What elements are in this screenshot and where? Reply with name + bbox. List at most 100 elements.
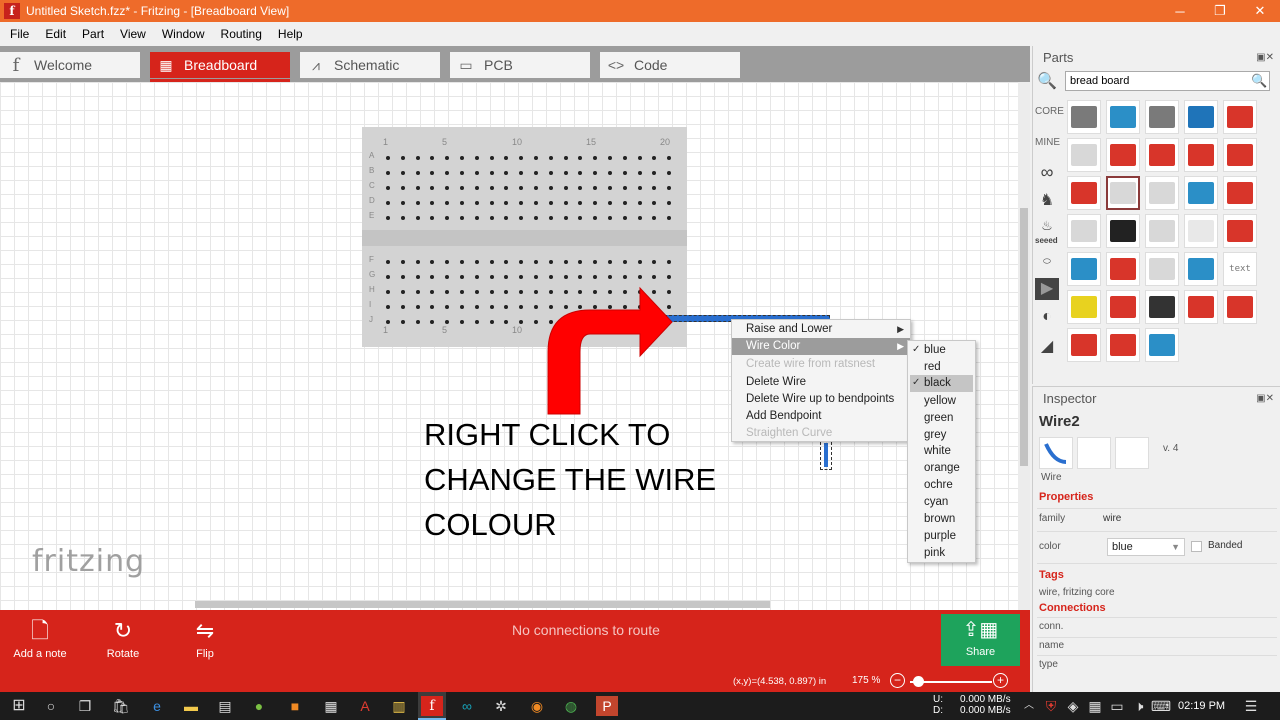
part-bin-item[interactable] <box>1106 176 1140 210</box>
part-bin-item[interactable] <box>1067 252 1101 286</box>
store-icon[interactable]: 🛍 <box>110 696 132 716</box>
part-bin-item[interactable] <box>1145 328 1179 362</box>
chevron-up-icon[interactable]: ︿ <box>1018 696 1040 716</box>
menu-part[interactable]: Part <box>74 27 112 41</box>
chrome-icon[interactable]: ◍ <box>560 696 582 716</box>
menu-edit[interactable]: Edit <box>37 27 74 41</box>
part-bin-item[interactable] <box>1223 290 1257 324</box>
volume-icon[interactable]: 🕨 <box>1128 696 1150 716</box>
menu-add-bendpoint[interactable]: Add Bendpoint <box>746 410 821 422</box>
rotate-button[interactable]: ↻ Rotate <box>100 616 146 660</box>
canvas-horizontal-scrollbar[interactable] <box>195 601 770 608</box>
part-bin-item[interactable] <box>1145 176 1179 210</box>
panel-float-close-icon[interactable]: ▣✕ <box>1256 393 1274 404</box>
menu-delete-wire-up-to-bendpoints[interactable]: Delete Wire up to bendpoints <box>746 393 894 405</box>
arduino-taskbar-icon[interactable]: ∞ <box>456 696 478 716</box>
part-bin-item[interactable] <box>1067 100 1101 134</box>
app-icon[interactable]: ▦ <box>320 696 342 716</box>
part-bin-item[interactable] <box>1067 138 1101 172</box>
canvas-vertical-scrollbar[interactable] <box>1018 82 1030 610</box>
part-bin-item[interactable] <box>1145 290 1179 324</box>
color-option-cyan[interactable]: cyan <box>924 496 948 508</box>
part-bin-item[interactable] <box>1106 290 1140 324</box>
part-bin-item[interactable] <box>1184 100 1218 134</box>
color-option-white[interactable]: white <box>924 445 951 457</box>
language-icon[interactable]: ⌨ <box>1150 696 1172 716</box>
part-bin-item[interactable] <box>1106 100 1140 134</box>
part-bin-item[interactable] <box>1223 176 1257 210</box>
app-tray-icon[interactable]: ◈ <box>1062 696 1084 716</box>
edge-icon[interactable]: e <box>146 696 168 716</box>
color-option-blue[interactable]: blue <box>924 344 946 356</box>
arduino-icon[interactable]: ∞ <box>1035 162 1059 184</box>
part-bin-item[interactable] <box>1145 138 1179 172</box>
tab-schematic[interactable]: ⩘ Schematic <box>300 52 440 78</box>
part-bin-item[interactable] <box>1067 328 1101 362</box>
share-button[interactable]: ⇪▦ Share <box>941 614 1020 666</box>
menu-raise-and-lower[interactable]: Raise and Lower <box>746 323 832 335</box>
search-submit-icon[interactable]: 🔍 <box>1251 73 1267 89</box>
battery-icon[interactable]: ▭ <box>1106 696 1128 716</box>
part-bin-item[interactable] <box>1223 100 1257 134</box>
tab-pcb[interactable]: ▭ PCB <box>450 52 590 78</box>
file-explorer-icon[interactable]: ▬ <box>180 696 202 716</box>
search-icon[interactable]: 🔍 <box>1037 71 1057 91</box>
play-icon[interactable]: ▶ <box>1035 278 1059 300</box>
zoom-in-button[interactable]: + <box>993 673 1008 688</box>
menu-wire-color[interactable]: Wire Color <box>732 338 910 355</box>
action-center-icon[interactable]: ☰ <box>1240 696 1262 716</box>
zoom-out-button[interactable]: − <box>890 673 905 688</box>
part-bin-item[interactable] <box>1067 214 1101 248</box>
flip-button[interactable]: ⇋ Flip <box>184 616 226 660</box>
tab-welcome[interactable]: f Welcome <box>0 52 140 78</box>
part-bin-item[interactable] <box>1184 290 1218 324</box>
tab-breadboard[interactable]: ▦ Breadboard <box>150 52 290 78</box>
menu-routing[interactable]: Routing <box>213 27 270 41</box>
zoom-slider-handle[interactable] <box>913 676 924 687</box>
color-option-grey[interactable]: grey <box>924 429 946 441</box>
add-note-button[interactable]: 🗋 Add a note <box>12 616 68 660</box>
menu-file[interactable]: File <box>2 27 37 41</box>
app-icon[interactable]: ▥ <box>388 696 410 716</box>
part-bin-item[interactable]: text <box>1223 252 1257 286</box>
bin-core[interactable]: CORE <box>1035 106 1064 117</box>
scrollbar-thumb[interactable] <box>1020 208 1028 466</box>
color-select[interactable]: blue▼ <box>1107 538 1185 556</box>
panel-float-close-icon[interactable]: ▣✕ <box>1256 52 1274 63</box>
part-bin-item[interactable] <box>1184 176 1218 210</box>
powerpoint-icon[interactable]: P <box>596 696 618 716</box>
part-bin-item[interactable] <box>1067 290 1101 324</box>
app-icon[interactable]: ✲ <box>490 696 512 716</box>
menu-delete-wire[interactable]: Delete Wire <box>746 376 806 388</box>
snootlab-icon[interactable]: ♞ <box>1035 190 1059 212</box>
app-icon[interactable]: ● <box>248 696 270 716</box>
task-view-icon[interactable]: ❐ <box>74 696 96 716</box>
zoom-level[interactable]: 175 % <box>852 675 880 686</box>
tab-code[interactable]: <> Code <box>600 52 740 78</box>
sparkfun-icon[interactable]: ◐ <box>1035 308 1059 330</box>
maximize-button[interactable]: ❐ <box>1200 0 1240 22</box>
app-icon[interactable]: ■ <box>284 696 306 716</box>
part-bin-item[interactable] <box>1106 328 1140 362</box>
part-bin-item[interactable] <box>1223 214 1257 248</box>
intel-icon[interactable]: ⬭ <box>1035 250 1059 272</box>
clock[interactable]: 02:19 PM <box>1178 700 1225 712</box>
color-option-red[interactable]: red <box>924 361 941 373</box>
part-bin-item[interactable] <box>1184 252 1218 286</box>
part-bin-item[interactable] <box>1067 176 1101 210</box>
part-bin-item[interactable] <box>1106 138 1140 172</box>
app-tray-icon[interactable]: ▦ <box>1084 696 1106 716</box>
cortana-search-icon[interactable]: ○ <box>40 696 62 716</box>
color-option-green[interactable]: green <box>924 412 953 424</box>
menu-view[interactable]: View <box>112 27 154 41</box>
color-option-pink[interactable]: pink <box>924 547 945 559</box>
part-bin-item[interactable] <box>1106 252 1140 286</box>
app-icon[interactable]: ▤ <box>214 696 236 716</box>
color-option-orange[interactable]: orange <box>924 462 960 474</box>
fritzing-taskbar-icon[interactable]: f <box>421 696 443 716</box>
wire2-end-segment[interactable] <box>824 443 828 467</box>
firefox-icon[interactable]: ◉ <box>526 696 548 716</box>
color-option-brown[interactable]: brown <box>924 513 955 525</box>
part-bin-item[interactable] <box>1223 138 1257 172</box>
part-bin-item[interactable] <box>1145 252 1179 286</box>
